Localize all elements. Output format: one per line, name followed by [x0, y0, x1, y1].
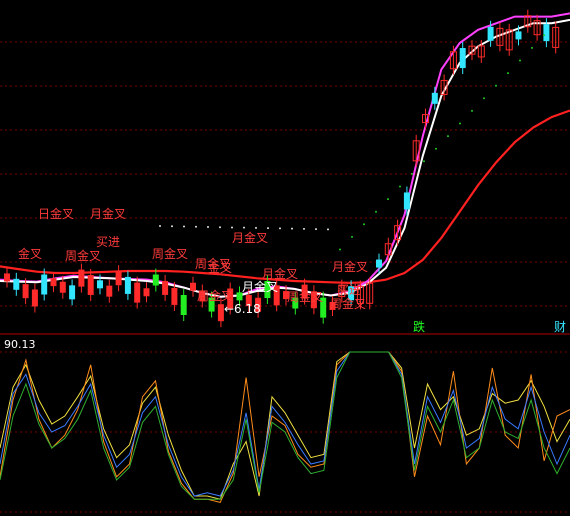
trend-dot	[255, 226, 257, 229]
candle-body	[41, 274, 48, 295]
trend-dot	[327, 228, 329, 231]
signal-label: 周金叉	[152, 247, 189, 261]
trend-dot	[195, 225, 197, 228]
signal-label: 周金叉	[65, 249, 102, 263]
candle-body	[78, 269, 85, 287]
oscillator-value: 90.13	[4, 338, 36, 351]
trend-dot	[363, 223, 365, 226]
trend-dot	[351, 235, 353, 238]
signal-label: 月金叉	[332, 260, 369, 274]
fall-badge: 跌	[413, 320, 426, 334]
trend-dot	[507, 72, 509, 75]
trend-dot	[495, 84, 497, 87]
trend-dot	[375, 210, 377, 213]
trend-dot	[423, 160, 425, 163]
trend-dot	[531, 46, 533, 49]
signal-label: 周金叉	[287, 290, 324, 304]
candle-body	[180, 294, 187, 315]
candle-body	[403, 192, 410, 210]
candle-body	[431, 92, 438, 104]
candle-body	[217, 304, 224, 322]
candle-body	[13, 278, 20, 290]
signal-label: 月金叉	[232, 231, 269, 245]
trend-dot	[279, 227, 281, 230]
candle-body	[376, 259, 382, 268]
candle-body	[31, 289, 38, 307]
candle-body	[515, 31, 522, 40]
trend-dot	[207, 225, 209, 228]
candle-body	[115, 271, 122, 286]
signal-label: 月金叉	[242, 280, 279, 294]
trend-dot	[303, 227, 305, 230]
trend-dot	[267, 227, 269, 230]
trend-dot	[171, 225, 173, 228]
trend-dot	[483, 97, 485, 100]
trend-dot	[543, 34, 545, 37]
candle-body	[171, 287, 178, 305]
candle-body	[106, 285, 113, 297]
trend-dot	[399, 185, 401, 188]
candle-body	[50, 278, 57, 287]
trend-dot	[339, 248, 341, 251]
signal-label: 买进	[337, 283, 362, 297]
low-price-annotation: ←6.18	[224, 302, 261, 316]
signal-label: 周金叉	[197, 289, 234, 303]
oscillator-line-3	[0, 351, 570, 497]
trend-dot	[447, 135, 449, 138]
candle-body	[143, 288, 150, 297]
candle-body	[4, 273, 10, 282]
wealth-badge: 财	[554, 320, 567, 334]
candle-body	[59, 281, 66, 293]
candle-body	[487, 26, 494, 41]
trend-dot	[231, 226, 233, 229]
candle-body	[543, 24, 550, 42]
signal-label: 周金叉	[330, 297, 367, 311]
signal-label: 日金叉	[38, 207, 75, 221]
trend-dot	[471, 109, 473, 112]
candle-body	[134, 282, 141, 303]
trend-dot	[411, 172, 413, 175]
candle-body	[69, 285, 76, 300]
trend-dot	[435, 147, 437, 150]
candle-body	[152, 274, 159, 286]
signal-label: 金叉	[18, 247, 43, 261]
candle-body	[87, 274, 94, 295]
candle-body	[162, 280, 169, 295]
candle-body	[22, 284, 29, 299]
trend-dot	[243, 226, 245, 229]
trend-dot	[219, 226, 221, 229]
candle-body	[459, 48, 466, 69]
signal-label: 月金叉	[90, 207, 127, 221]
stock-chart: 日金叉 周金叉 月金叉 买进 金叉 月金叉 周金叉 月金叉 周金叉 月金叉 周金…	[0, 0, 570, 516]
trend-dot	[315, 228, 317, 231]
signal-label: 买进	[96, 235, 121, 249]
trend-dot	[159, 225, 161, 227]
candle-body	[190, 282, 196, 291]
signal-label: 月金叉	[262, 267, 299, 281]
trend-dot	[183, 225, 185, 228]
candle-body	[97, 280, 103, 289]
signal-label: 金叉	[208, 261, 233, 275]
candle-body	[124, 276, 131, 294]
trend-dot	[459, 122, 461, 125]
trend-dot	[519, 59, 521, 62]
trend-dot	[291, 227, 293, 230]
trend-dot	[387, 198, 389, 201]
